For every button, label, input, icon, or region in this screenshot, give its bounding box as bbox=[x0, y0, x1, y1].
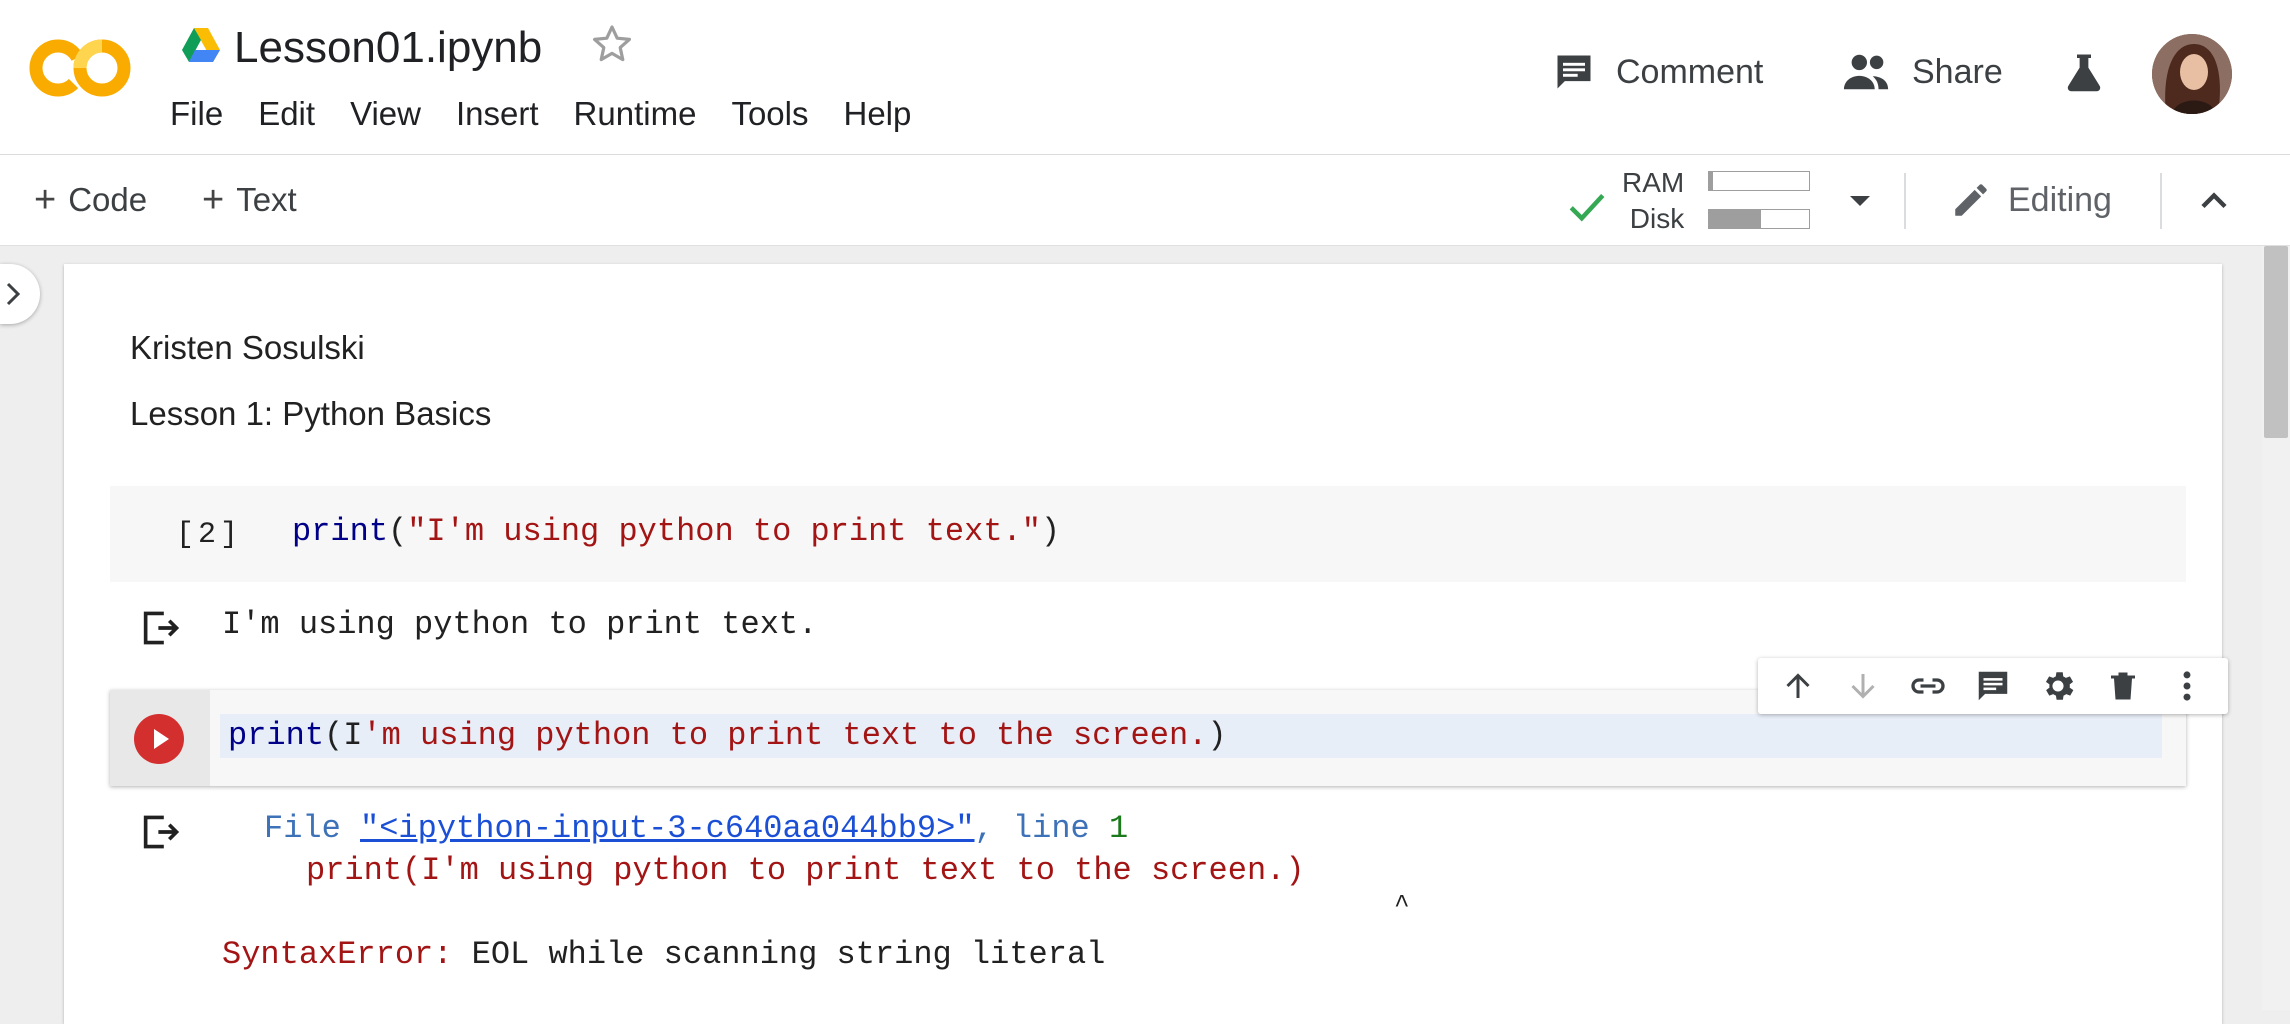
comment-icon bbox=[1978, 671, 2008, 701]
comment-icon bbox=[1557, 55, 1591, 89]
user-photo-icon bbox=[2152, 34, 2232, 114]
disk-label: Disk bbox=[1629, 203, 1685, 234]
menu-bar: File Edit View Insert Runtime Tools Help bbox=[170, 92, 946, 136]
text-cell[interactable]: Kristen Sosulski Lesson 1: Python Basics bbox=[130, 326, 491, 458]
delete-cell-button[interactable] bbox=[2103, 666, 2143, 706]
add-text-label: Text bbox=[236, 181, 297, 218]
add-code-button[interactable]: + Code bbox=[34, 177, 147, 223]
editing-mode-button[interactable]: Editing bbox=[1950, 175, 2112, 225]
editing-label: Editing bbox=[2008, 180, 2112, 219]
menu-tools[interactable]: Tools bbox=[731, 92, 808, 136]
more-vert-icon bbox=[2184, 671, 2191, 701]
resource-meters[interactable] bbox=[1708, 171, 1810, 247]
arrow-down-icon bbox=[1851, 674, 1875, 699]
menu-file[interactable]: File bbox=[170, 92, 223, 136]
error-message: SyntaxError: EOL while scanning string l… bbox=[222, 934, 1105, 976]
share-button[interactable]: Share bbox=[1842, 42, 2003, 102]
menu-runtime[interactable]: Runtime bbox=[574, 92, 697, 136]
output-icon[interactable] bbox=[140, 812, 184, 852]
ram-label: RAM bbox=[1622, 167, 1685, 198]
labs-button[interactable] bbox=[2060, 42, 2108, 102]
add-code-label: Code bbox=[68, 181, 148, 218]
people-icon bbox=[1843, 54, 1889, 90]
error-token: line bbox=[1012, 810, 1090, 847]
menu-view[interactable]: View bbox=[350, 92, 421, 136]
chevron-down-icon[interactable] bbox=[1840, 181, 1880, 221]
comment-button[interactable]: Comment bbox=[1552, 42, 1763, 102]
lesson-title: Lesson 1: Python Basics bbox=[130, 395, 492, 432]
cell-toolbar bbox=[1758, 658, 2228, 714]
colab-logo-icon[interactable] bbox=[28, 34, 132, 100]
ram-meter bbox=[1708, 171, 1810, 191]
drive-icon bbox=[182, 28, 220, 62]
comment-cell-button[interactable] bbox=[1973, 666, 2013, 706]
error-file-link[interactable]: "<ipython-input-3-c640aa044bb9>" bbox=[360, 810, 975, 847]
run-cell-button[interactable] bbox=[134, 714, 184, 764]
code-token: print bbox=[292, 513, 389, 550]
error-line-number: 1 bbox=[1108, 810, 1129, 847]
code-token: print bbox=[228, 717, 325, 754]
share-label: Share bbox=[1912, 52, 2003, 91]
disk-meter bbox=[1708, 209, 1810, 229]
link-icon bbox=[1911, 678, 1945, 694]
code-token: 'm using python to print text to the scr… bbox=[362, 717, 1208, 754]
ram-meter-fill bbox=[1709, 172, 1713, 190]
chevron-right-icon bbox=[6, 282, 21, 306]
code-token: ) bbox=[1040, 513, 1061, 550]
link-button[interactable] bbox=[1908, 666, 1948, 706]
author-text: Kristen Sosulski bbox=[130, 329, 365, 366]
move-down-button[interactable] bbox=[1843, 666, 1883, 706]
menu-help[interactable]: Help bbox=[843, 92, 911, 136]
code-cell-1[interactable]: [2] print("I'm using python to print tex… bbox=[110, 486, 2186, 582]
code-token: ( bbox=[388, 513, 408, 550]
menu-edit[interactable]: Edit bbox=[258, 92, 315, 136]
scrollbar-thumb[interactable] bbox=[2264, 246, 2288, 438]
error-code-echo: print(I'm using python to print text to … bbox=[306, 852, 1305, 889]
move-up-button[interactable] bbox=[1778, 666, 1818, 706]
add-text-button[interactable]: + Text bbox=[202, 177, 297, 223]
toolbar-divider bbox=[2160, 173, 2162, 229]
notebook-body: Kristen Sosulski Lesson 1: Python Basics… bbox=[64, 264, 2228, 1024]
pencil-icon bbox=[1955, 184, 1987, 216]
code-editor[interactable]: print("I'm using python to print text.") bbox=[292, 512, 1060, 552]
toolbar-divider bbox=[1904, 173, 1906, 229]
disk-meter-fill bbox=[1709, 210, 1761, 228]
execution-count: [2] bbox=[176, 518, 243, 552]
chevron-up-icon[interactable] bbox=[2192, 179, 2236, 223]
error-caret: ^ bbox=[1394, 890, 1410, 920]
gear-icon bbox=[2045, 672, 2074, 700]
plus-icon: + bbox=[34, 178, 57, 221]
cell-settings-button[interactable] bbox=[2038, 666, 2078, 706]
code-token: (I bbox=[324, 717, 363, 754]
plus-icon: + bbox=[202, 178, 225, 221]
check-icon bbox=[1569, 193, 1605, 222]
star-icon[interactable] bbox=[588, 20, 636, 68]
resource-labels[interactable]: RAM Disk bbox=[1622, 165, 1684, 237]
error-token: File bbox=[264, 810, 341, 847]
error-description: EOL while scanning string literal bbox=[471, 936, 1106, 973]
cell-output: I'm using python to print text. bbox=[222, 606, 818, 643]
output-icon[interactable] bbox=[140, 608, 184, 648]
avatar[interactable] bbox=[2152, 34, 2232, 114]
header: Lesson01.ipynb File Edit View Insert Run… bbox=[0, 0, 2290, 155]
error-type: SyntaxError: bbox=[222, 936, 453, 973]
menu-insert[interactable]: Insert bbox=[456, 92, 539, 136]
code-token: ) bbox=[1207, 717, 1227, 754]
play-icon bbox=[154, 729, 169, 749]
error-token: , bbox=[974, 810, 994, 847]
code-editor[interactable]: print(I'm using python to print text to … bbox=[228, 716, 1227, 756]
sidebar-toggle[interactable] bbox=[0, 264, 40, 324]
notebook-toolbar: + Code + Text RAM Disk Editing bbox=[0, 155, 2290, 246]
notebook-title[interactable]: Lesson01.ipynb bbox=[234, 20, 542, 76]
error-location: File "<ipython-input-3-c640aa044bb9>", l… bbox=[264, 808, 1128, 850]
comment-label: Comment bbox=[1616, 52, 1764, 91]
flask-icon bbox=[2067, 54, 2101, 92]
arrow-up-icon bbox=[1786, 673, 1810, 698]
run-gutter bbox=[110, 690, 210, 786]
code-token: "I'm using python to print text." bbox=[407, 513, 1041, 550]
trash-icon bbox=[2110, 672, 2135, 700]
more-options-button[interactable] bbox=[2167, 666, 2207, 706]
